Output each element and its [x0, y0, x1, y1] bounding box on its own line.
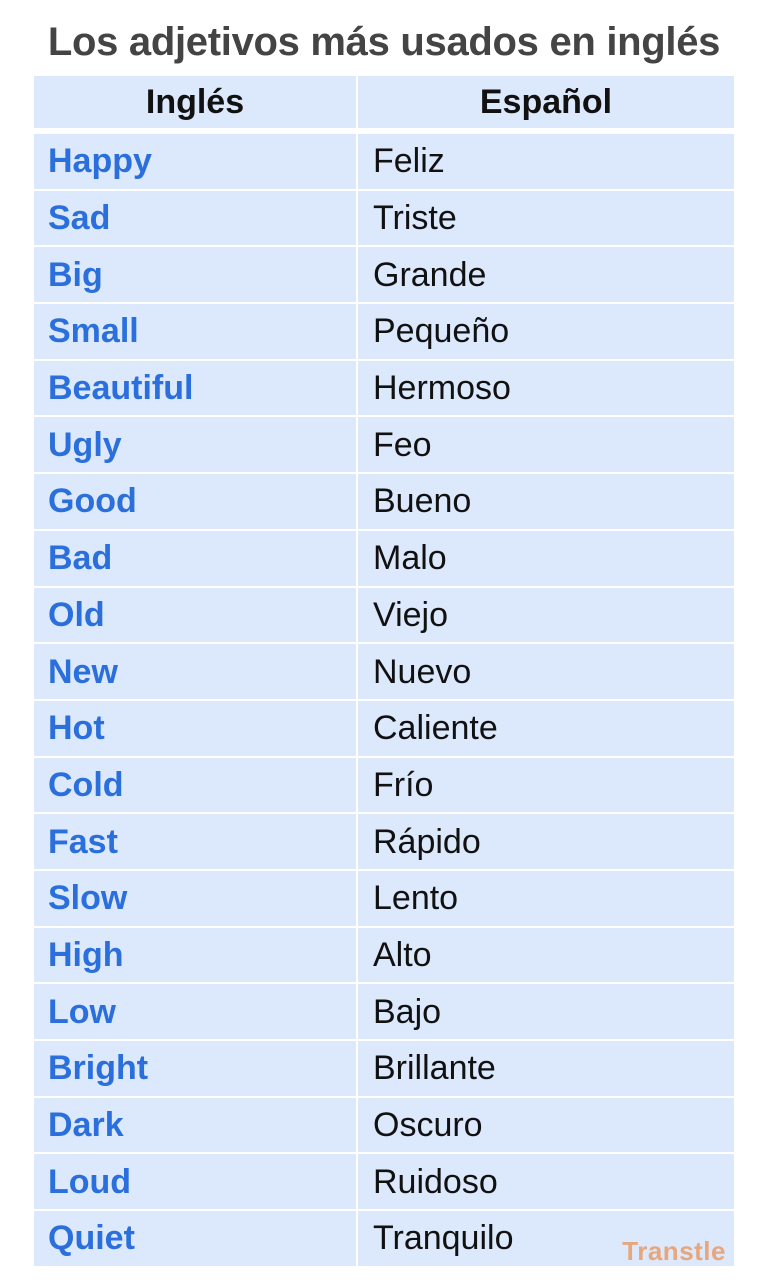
table-row: Bright Brillante: [34, 1041, 734, 1096]
english-word: New: [34, 644, 356, 699]
table-row: Fast Rápido: [34, 814, 734, 869]
table-row: Low Bajo: [34, 984, 734, 1039]
watermark-logo: Transtle: [622, 1236, 726, 1266]
header-spanish: Español: [358, 76, 734, 128]
spanish-translation: Lento: [358, 870, 734, 926]
table-body: Happy Feliz Sad Triste Big Grande Small Pequeño…: [34, 134, 734, 1266]
table-row: Good Bueno: [34, 474, 734, 529]
english-word: Ugly: [34, 417, 356, 473]
table-row: New Nuevo: [34, 644, 734, 699]
english-word: Low: [34, 984, 356, 1039]
english-word: Fast: [34, 814, 356, 869]
spanish-translation: Viejo: [358, 587, 734, 643]
english-word: Slow: [34, 870, 356, 926]
table-row: Beautiful Hermoso: [34, 360, 734, 416]
english-word: Cold: [34, 757, 356, 813]
header-english: Inglés: [34, 76, 356, 128]
english-word: Sad: [34, 190, 356, 246]
table-row: Dark Oscuro: [34, 1097, 734, 1153]
spanish-translation: Alto: [358, 927, 734, 983]
table-row: Bad Malo: [34, 530, 734, 586]
table-row: Old Viejo: [34, 587, 734, 643]
table-row: Ugly Feo: [34, 417, 734, 473]
table-row: Happy Feliz: [34, 134, 734, 189]
table-row: Cold Frío: [34, 757, 734, 813]
table-row: Loud Ruidoso: [34, 1154, 734, 1210]
english-word: Small: [34, 304, 356, 359]
spanish-translation: Bueno: [358, 474, 734, 529]
english-word: Dark: [34, 1097, 356, 1153]
spanish-translation: Malo: [358, 530, 734, 586]
spanish-translation: Ruidoso: [358, 1154, 734, 1210]
english-word: Beautiful: [34, 360, 356, 416]
table-row: Slow Lento: [34, 870, 734, 926]
table-row: Sad Triste: [34, 190, 734, 246]
spanish-translation: Nuevo: [358, 644, 734, 699]
english-word: Old: [34, 587, 356, 643]
table-row: High Alto: [34, 927, 734, 983]
table-row: Big Grande: [34, 247, 734, 303]
table-header: Inglés Español: [34, 76, 734, 128]
spanish-translation: Feliz: [358, 134, 734, 189]
english-word: Happy: [34, 134, 356, 189]
spanish-translation: Grande: [358, 247, 734, 303]
spanish-translation: Brillante: [358, 1041, 734, 1096]
english-word: Loud: [34, 1154, 356, 1210]
english-word: Bright: [34, 1041, 356, 1096]
spanish-translation: Bajo: [358, 984, 734, 1039]
table-row: Hot Caliente: [34, 700, 734, 756]
english-word: Good: [34, 474, 356, 529]
spanish-translation: Caliente: [358, 700, 734, 756]
spanish-translation: Triste: [358, 190, 734, 246]
spanish-translation: Feo: [358, 417, 734, 473]
spanish-translation: Pequeño: [358, 304, 734, 359]
spanish-translation: Rápido: [358, 814, 734, 869]
english-word: Hot: [34, 700, 356, 756]
table-row: Small Pequeño: [34, 304, 734, 359]
spanish-translation: Oscuro: [358, 1097, 734, 1153]
english-word: Big: [34, 247, 356, 303]
english-word: High: [34, 927, 356, 983]
page-title: Los adjetivos más usados en inglés: [47, 20, 721, 64]
english-word: Quiet: [34, 1211, 356, 1266]
spanish-translation: Hermoso: [358, 360, 734, 416]
spanish-translation: Frío: [358, 757, 734, 813]
english-word: Bad: [34, 530, 356, 586]
